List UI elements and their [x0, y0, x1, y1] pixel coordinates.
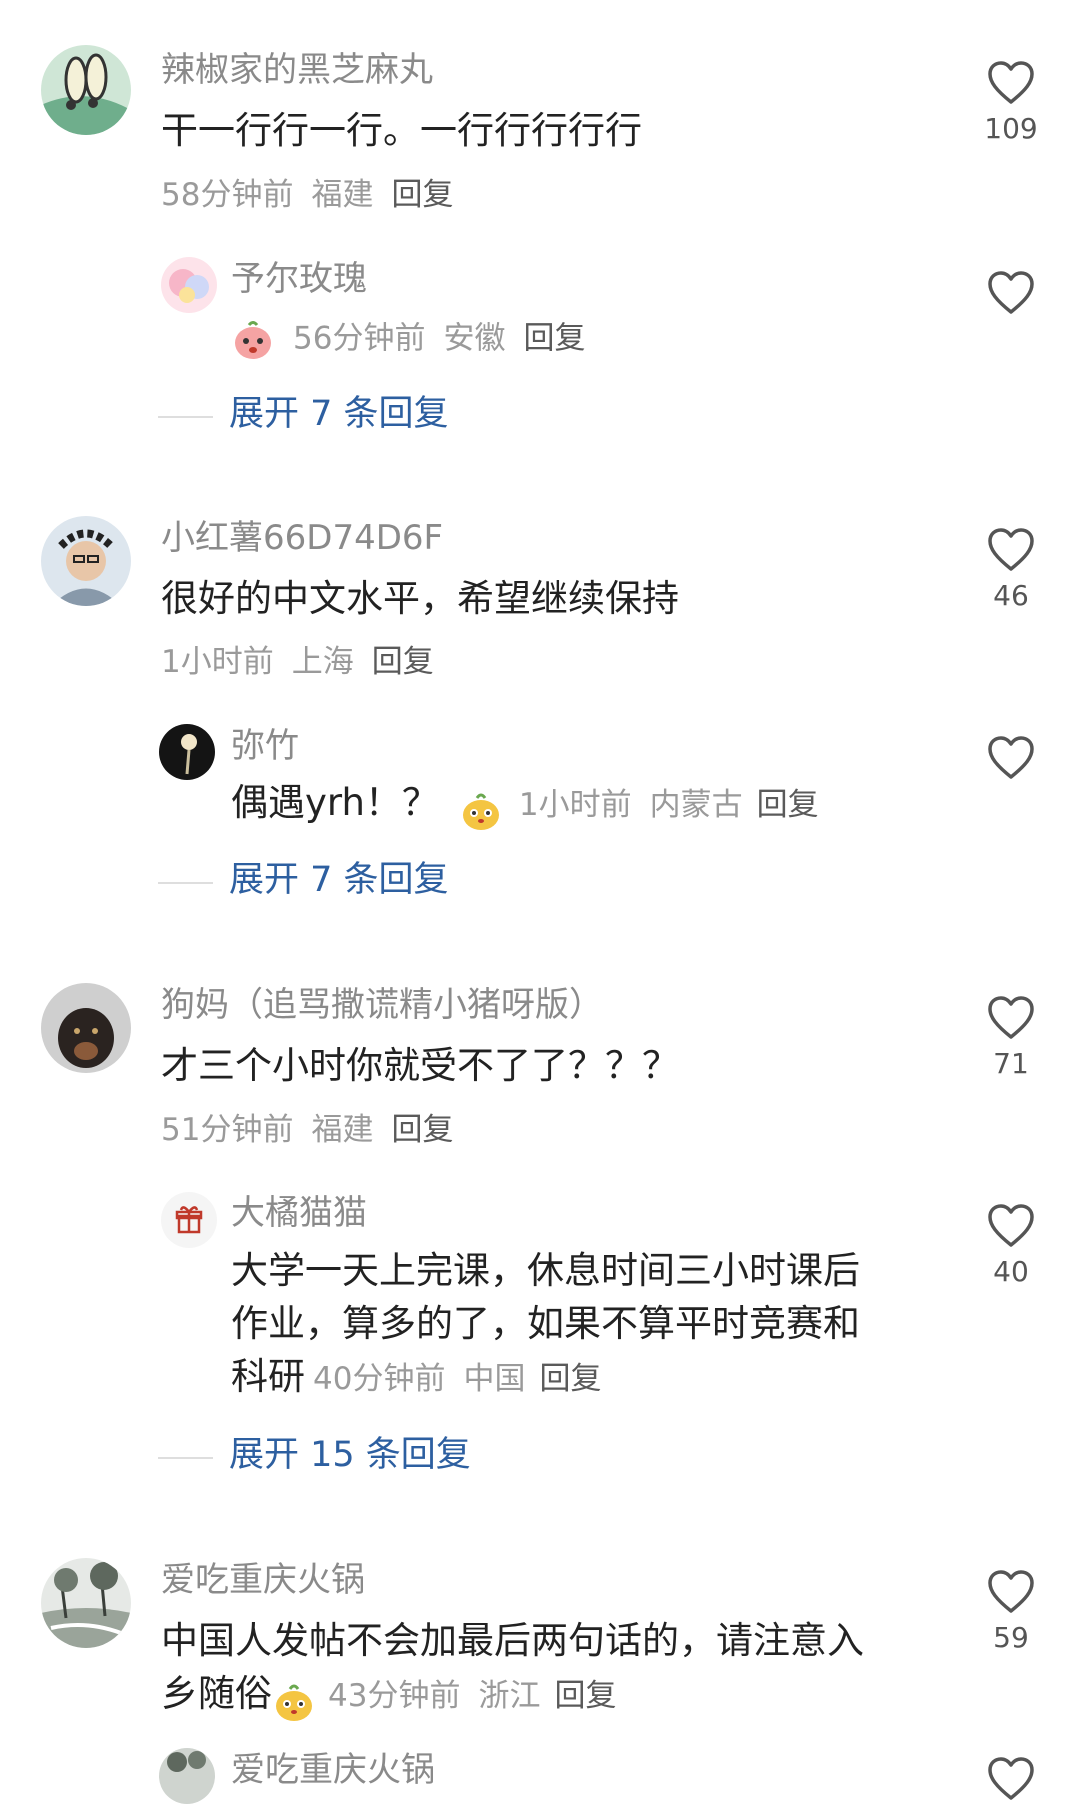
username[interactable]: 爱吃重庆火锅	[161, 1560, 365, 1600]
username[interactable]: 予尔玫瑰	[231, 259, 367, 299]
like-count: 46	[993, 579, 1029, 612]
comment-meta: 51分钟前 福建 回复	[161, 1110, 453, 1150]
location: 上海	[291, 644, 354, 680]
comment-text[interactable]: 干一行行一行。一行行行行行	[161, 108, 642, 154]
reply-text-line: 偶遇yrh！？ 1小时前 内蒙古 回复	[231, 780, 819, 833]
divider	[158, 416, 213, 418]
heart-outline-icon	[988, 1204, 1034, 1247]
expand-replies-button[interactable]: 展开 7 条回复	[229, 860, 449, 900]
avatar[interactable]	[161, 1192, 217, 1248]
reply-text-line: 乡随俗 43分钟前 浙江 回复	[161, 1671, 616, 1724]
avatar[interactable]	[41, 1558, 131, 1648]
location: 中国	[463, 1361, 526, 1397]
blush-face-emoji-icon	[235, 321, 271, 359]
location: 福建	[311, 177, 374, 213]
username[interactable]: 弥竹	[231, 726, 299, 766]
comment-text-line[interactable]: 中国人发帖不会加最后两句话的，请注意入	[161, 1618, 864, 1664]
avatar[interactable]	[41, 983, 131, 1073]
reply-button[interactable]: 回复	[391, 177, 453, 213]
comment-text-line[interactable]: 科研	[231, 1355, 305, 1398]
timestamp: 40分钟前	[313, 1361, 446, 1397]
location: 安徽	[443, 320, 506, 357]
comment-meta: 1小时前 上海 回复	[161, 642, 434, 682]
timestamp: 58分钟前	[161, 177, 294, 213]
like-count: 71	[993, 1047, 1029, 1080]
gift-icon	[175, 1206, 203, 1234]
avatar[interactable]	[41, 516, 131, 606]
username[interactable]: 小红薯66D74D6F	[161, 518, 443, 558]
heart-outline-icon	[988, 736, 1034, 779]
expand-replies-button[interactable]: 展开 7 条回复	[229, 394, 449, 434]
reply-button[interactable]: 回复	[554, 1678, 616, 1714]
divider	[158, 1457, 213, 1459]
like-count: 59	[993, 1621, 1029, 1654]
like-count: 40	[993, 1255, 1029, 1288]
username[interactable]: 狗妈（追骂撒谎精小猪呀版）	[161, 985, 603, 1025]
like-button[interactable]: 71	[976, 995, 1046, 1081]
like-button[interactable]: 109	[976, 60, 1046, 146]
heart-outline-icon	[988, 1757, 1034, 1800]
reply-button[interactable]: 回复	[523, 321, 585, 357]
avatar[interactable]	[41, 45, 131, 135]
timestamp: 43分钟前	[328, 1678, 461, 1714]
divider	[158, 882, 213, 884]
like-button[interactable]: 46	[976, 527, 1046, 613]
username[interactable]: 大橘猫猫	[231, 1193, 367, 1233]
like-button[interactable]: 40	[976, 1203, 1046, 1289]
location: 内蒙古	[649, 787, 743, 823]
heart-outline-icon	[988, 996, 1034, 1039]
cute-face-emoji-icon	[276, 1684, 312, 1721]
reply-button[interactable]: 回复	[757, 787, 819, 823]
username[interactable]: 辣椒家的黑芝麻丸	[161, 50, 433, 90]
timestamp: 56分钟前	[293, 320, 426, 357]
comment-text[interactable]: 很好的中文水平，希望继续保持	[161, 576, 679, 622]
like-count: 109	[984, 112, 1038, 145]
reply-button[interactable]: 回复	[372, 644, 434, 680]
comment-text-line[interactable]: 作业，算多的了，如果不算平时竞赛和	[231, 1301, 860, 1347]
cute-face-emoji-icon	[462, 793, 499, 830]
like-button[interactable]: 59	[976, 1569, 1046, 1655]
expand-replies-button[interactable]: 展开 15 条回复	[229, 1435, 471, 1475]
reply-button[interactable]: 回复	[391, 1112, 453, 1148]
heart-outline-icon	[988, 528, 1034, 571]
avatar[interactable]	[159, 724, 215, 780]
comment-text-line[interactable]: 大学一天上完课，休息时间三小时课后	[231, 1248, 860, 1294]
timestamp: 1小时前	[161, 644, 274, 680]
comment-text-line[interactable]: 乡随俗	[161, 1672, 272, 1715]
username[interactable]: 爱吃重庆火锅	[231, 1750, 435, 1790]
avatar[interactable]	[161, 257, 217, 313]
comment-meta: 56分钟前 安徽 回复	[231, 318, 585, 362]
location: 浙江	[478, 1678, 541, 1714]
timestamp: 1小时前	[518, 787, 632, 823]
like-button[interactable]	[976, 270, 1046, 316]
reply-text-line: 科研 40分钟前 中国 回复	[231, 1354, 601, 1407]
reply-button[interactable]: 回复	[539, 1361, 601, 1397]
heart-outline-icon	[988, 61, 1034, 104]
comment-meta: 58分钟前 福建 回复	[161, 175, 453, 215]
comment-text[interactable]: 偶遇yrh！？	[231, 781, 439, 824]
like-button[interactable]	[976, 735, 1046, 781]
heart-outline-icon	[988, 1570, 1034, 1613]
location: 福建	[311, 1112, 374, 1148]
timestamp: 51分钟前	[161, 1112, 294, 1148]
heart-outline-icon	[988, 271, 1034, 314]
comment-text[interactable]: 才三个小时你就受不了了？？？	[161, 1043, 679, 1089]
avatar[interactable]	[159, 1748, 215, 1804]
like-button[interactable]	[976, 1756, 1046, 1802]
